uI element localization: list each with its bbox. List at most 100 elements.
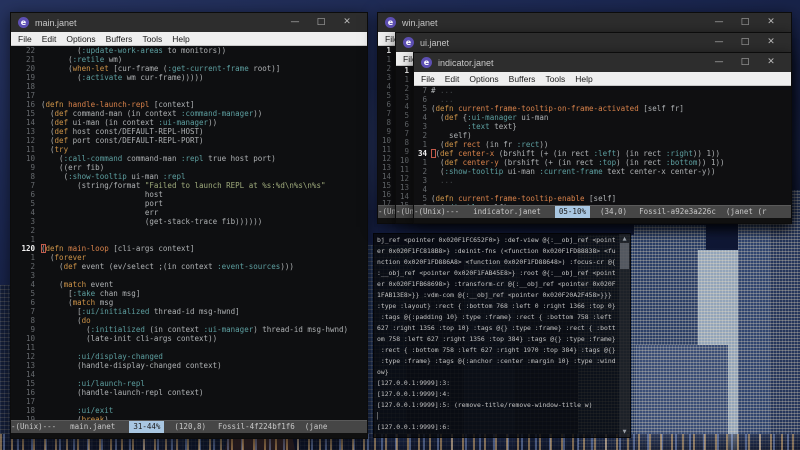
terminal-scrollbar[interactable]: ▲ ▼ <box>619 234 630 437</box>
terminal-line: bj_ref <pointer 0x020F1FC652F0>} :def-vi… <box>377 236 616 244</box>
maximize-button[interactable]: □ <box>732 13 758 32</box>
line-number: 3 <box>30 271 35 280</box>
close-button[interactable]: ✕ <box>758 33 784 52</box>
code-text: ... <box>431 176 454 185</box>
modeline-position: (120,8) <box>174 422 207 431</box>
menu-file[interactable]: File <box>13 34 37 44</box>
terminal-line: 627 :right 1356 :top 10} :tags @{} :type… <box>377 324 616 332</box>
code-text: :ui/exit <box>77 406 114 415</box>
code-line: 9 (:initialized (in context :ui-manager)… <box>11 325 367 334</box>
scroll-up-icon[interactable]: ▲ <box>619 235 630 243</box>
minimize-button[interactable]: — <box>282 13 308 32</box>
minimize-button[interactable]: — <box>706 33 732 52</box>
code-line: 3 (get-stack-trace fib)))))) <box>11 217 367 226</box>
modeline-coding: -(Unix)--- <box>414 207 460 216</box>
code-line: 4 (match event <box>11 280 367 289</box>
menu-help[interactable]: Help <box>167 34 194 44</box>
line-number: 7 <box>404 129 409 138</box>
code-text: port <box>41 199 163 208</box>
menu-options[interactable]: Options <box>61 34 100 44</box>
code-line: 6 (match msg <box>11 298 367 307</box>
line-number: 6 <box>422 95 427 104</box>
code-line: 6 host <box>11 190 367 199</box>
line-number: 12 <box>381 154 391 163</box>
editor-buffer[interactable]: 7 # ... 6 ... 5 (defn current-frame-tooltip-… <box>414 86 791 206</box>
code-line: 22 (:update-work-areas to monitors)) <box>11 46 367 55</box>
terminal-line: 1FAB13E8>}} :vdm-com @{:__obj_ref <point… <box>377 291 612 299</box>
line-number: 13 <box>25 361 35 370</box>
line-number: 15 <box>381 181 391 190</box>
line-number: 16 <box>25 100 35 109</box>
scrollbar-thumb[interactable] <box>620 243 629 269</box>
code-line: 17 <box>11 397 367 406</box>
code-line: 17 <box>11 91 367 100</box>
code-text: (def host const/DEFAULT-REPL-HOST) <box>41 127 204 136</box>
titlebar[interactable]: e ui.janet — □ ✕ <box>396 33 791 52</box>
line-number: 8 <box>404 138 409 147</box>
code-text: (when-let [cur-frame (:get-current-frame… <box>41 64 281 73</box>
editor-buffer[interactable]: 22 (:update-work-areas to monitors)) 21 (… <box>11 46 367 421</box>
close-button[interactable]: ✕ <box>758 13 784 32</box>
line-number: 7 <box>30 307 35 316</box>
code-line: 10 (:call-command command-man :repl true… <box>11 154 367 163</box>
menu-file[interactable]: File <box>416 74 440 84</box>
window-indicator-janet: e indicator.janet — □ ✕ File Edit Options B… <box>413 52 792 224</box>
terminal-line: ▏ <box>377 412 381 420</box>
code-text: (def {:ui-manager ui-man <box>431 113 549 122</box>
code-line: 12 (def port const/DEFAULT-REPL-PORT) <box>11 136 367 145</box>
line-number: 5 <box>422 104 427 113</box>
scroll-down-icon[interactable]: ▼ <box>619 428 630 436</box>
line-number: 3 <box>422 122 427 131</box>
menu-tools[interactable]: Tools <box>540 74 570 84</box>
line-number: 18 <box>25 406 35 415</box>
code-line: 5 (defn current-frame-tooltip-enable [sel… <box>414 194 791 203</box>
line-number: 1 <box>386 46 391 55</box>
code-text: (def rect (in fr :rect)) <box>431 140 549 149</box>
modeline-position: (34,0) <box>599 207 628 216</box>
line-number: 3 <box>386 73 391 82</box>
line-number: 2 <box>404 84 409 93</box>
menu-buffers[interactable]: Buffers <box>504 74 541 84</box>
terminal-line: [127.0.0.1:9999]:6: <box>377 423 451 431</box>
code-line: 1 <box>11 235 367 244</box>
code-text: (:initialized (in context :ui-manager) t… <box>41 325 349 334</box>
code-line: 4 err <box>11 208 367 217</box>
code-text: (do <box>41 316 91 325</box>
maximize-button[interactable]: □ <box>732 33 758 52</box>
code-line: 10 (late-init cli-args context)) <box>11 334 367 343</box>
code-line: 20 (when-let [cur-frame (:get-current-fr… <box>11 64 367 73</box>
menu-options[interactable]: Options <box>464 74 503 84</box>
titlebar[interactable]: e win.janet — □ ✕ <box>378 13 791 32</box>
minimize-button[interactable]: — <box>706 53 732 72</box>
close-button[interactable]: ✕ <box>758 53 784 72</box>
maximize-button[interactable]: □ <box>732 53 758 72</box>
close-button[interactable]: ✕ <box>334 13 360 32</box>
code-text: [:ui/initialized thread-id msg-hwnd] <box>41 307 240 316</box>
titlebar[interactable]: e indicator.janet — □ ✕ <box>414 53 791 72</box>
menu-buffers[interactable]: Buffers <box>101 34 138 44</box>
menu-edit[interactable]: Edit <box>440 74 465 84</box>
minimize-button[interactable]: — <box>706 13 732 32</box>
line-number: 8 <box>30 172 35 181</box>
terminal-line: :rect { :bottom 758 :left 627 :right 197… <box>377 346 616 354</box>
code-line: 14 <box>11 370 367 379</box>
line-number: 1 <box>30 235 35 244</box>
menu-tools[interactable]: Tools <box>137 34 167 44</box>
menu-help[interactable]: Help <box>570 74 597 84</box>
code-text: (get-stack-trace fib)))))) <box>41 217 263 226</box>
modeline-percent: 31-44% <box>129 421 165 433</box>
code-text: (:retile wm) <box>41 55 123 64</box>
code-line: 2 self) <box>414 131 791 140</box>
menu-edit[interactable]: Edit <box>37 34 62 44</box>
code-line: 8 (do <box>11 316 367 325</box>
code-line: 5 port <box>11 199 367 208</box>
code-line: 13 (def host const/DEFAULT-REPL-HOST) <box>11 127 367 136</box>
maximize-button[interactable]: □ <box>308 13 334 32</box>
window-title: indicator.janet <box>438 57 494 68</box>
code-line: 13 (handle-display-changed context) <box>11 361 367 370</box>
code-line: 16 (handle-launch-repl context) <box>11 388 367 397</box>
window-main-janet: e main.janet — □ ✕ File Edit Options Buffer… <box>10 12 368 439</box>
line-number: 4 <box>422 113 427 122</box>
titlebar[interactable]: e main.janet — □ ✕ <box>11 13 367 32</box>
terminal-window[interactable]: bj_ref <pointer 0x020F1FC652F0>} :def-vi… <box>373 233 631 438</box>
